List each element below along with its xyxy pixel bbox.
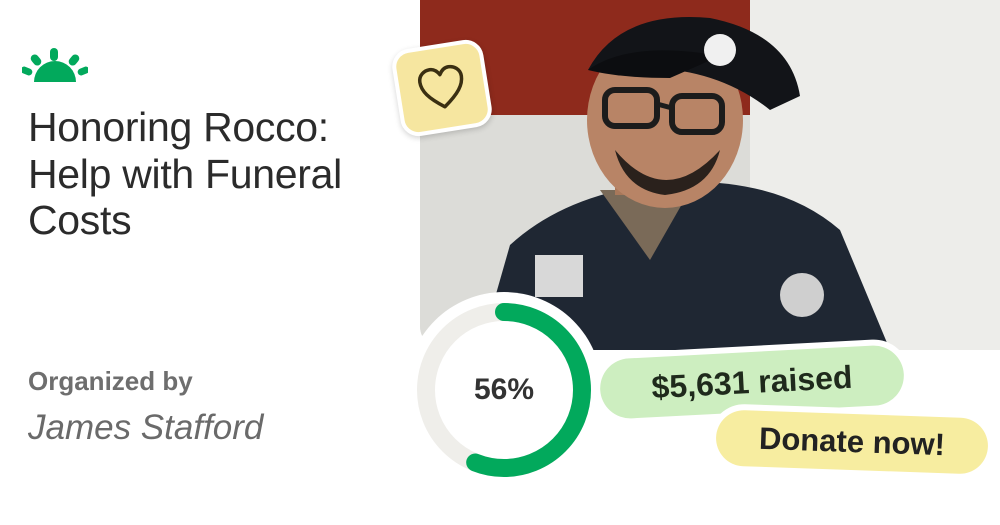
heart-icon: [417, 64, 464, 109]
amount-raised-badge: $5,631 raised: [598, 344, 906, 420]
campaign-title: Honoring Rocco: Help with Funeral Costs: [28, 104, 342, 244]
sunrise-logo-icon: [22, 48, 88, 82]
progress-percent: 56%: [473, 373, 535, 406]
donate-now-button[interactable]: Donate now!: [715, 409, 989, 475]
progress-donut: 56%: [406, 292, 602, 488]
fundraiser-card: Honoring Rocco: Help with Funeral Costs …: [0, 0, 1000, 525]
organized-by-label: Organized by: [28, 366, 193, 396]
favorite-button[interactable]: [389, 37, 495, 139]
organizer-name: James Stafford: [28, 408, 264, 447]
